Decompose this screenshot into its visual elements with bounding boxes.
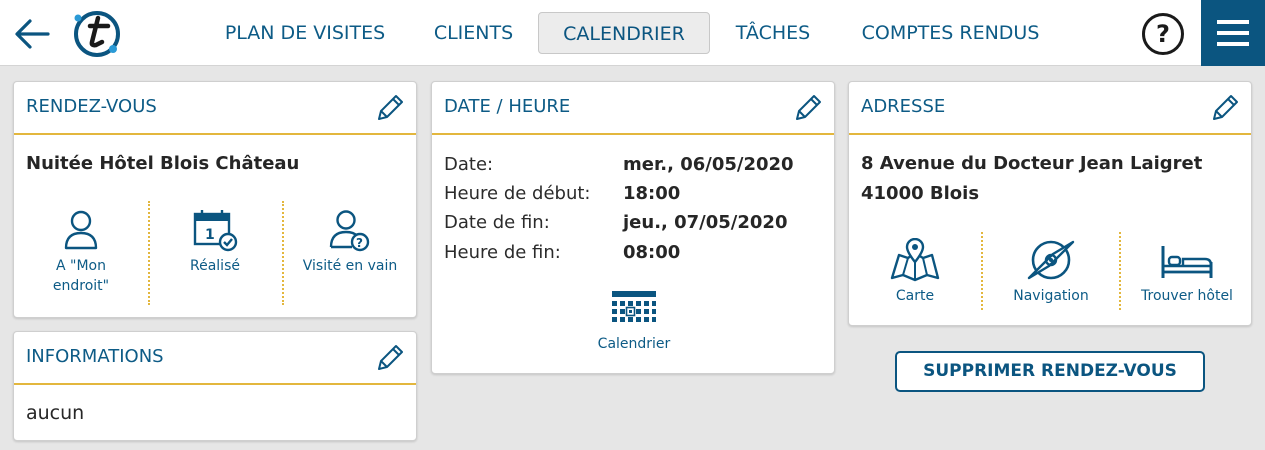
open-calendar-button[interactable]: Calendrier	[578, 290, 690, 354]
app-logo	[72, 9, 124, 59]
action-visite-en-vain-label: Visité en vain	[302, 258, 398, 274]
datetime-label: Date:	[444, 154, 494, 175]
information-value: aucun	[26, 402, 85, 424]
bed-icon	[1161, 246, 1213, 278]
pencil-icon	[378, 345, 403, 370]
edit-address-button[interactable]	[1209, 92, 1241, 124]
arrow-left-icon	[15, 19, 50, 49]
back-button[interactable]	[12, 14, 52, 54]
nav-comptes-rendus[interactable]: COMPTES RENDUS	[848, 12, 1053, 54]
action-navigation[interactable]: Navigation	[993, 238, 1109, 306]
top-bar: PLAN DE VISITES CLIENTS CALENDRIER TÂCHE…	[0, 0, 1265, 66]
svg-text:1: 1	[205, 227, 215, 243]
action-trouver-hotel-label: Trouver hôtel	[1141, 288, 1233, 304]
separator	[981, 232, 983, 310]
action-realise-label: Réalisé	[190, 258, 240, 274]
address-line2: 41000 Blois	[861, 183, 980, 204]
datetime-label: Heure de fin:	[444, 242, 561, 263]
information-card-header: INFORMATIONS	[14, 332, 416, 385]
compass-icon	[1027, 240, 1075, 280]
action-mon-endroit[interactable]: A "Mon endroit"	[27, 208, 135, 296]
datetime-title: DATE / HEURE	[444, 96, 571, 117]
edit-datetime-button[interactable]	[792, 92, 824, 124]
hamburger-icon-bottom	[1217, 42, 1249, 46]
information-card: INFORMATIONS aucun	[13, 331, 417, 441]
datetime-value: mer., 06/05/2020	[623, 154, 794, 175]
edit-appointment-button[interactable]	[374, 92, 406, 124]
address-title: ADRESSE	[861, 96, 946, 117]
action-visite-en-vain[interactable]: ? Visité en vain	[295, 208, 405, 276]
action-carte-label: Carte	[895, 288, 935, 304]
appointment-name: Nuitée Hôtel Blois Château	[26, 153, 300, 174]
nav-calendrier[interactable]: CALENDRIER	[538, 12, 710, 54]
svg-text:?: ?	[356, 236, 363, 250]
address-card-header: ADRESSE	[849, 82, 1251, 135]
pencil-icon	[378, 95, 403, 120]
map-icon	[890, 237, 940, 282]
action-carte[interactable]: Carte	[863, 237, 967, 306]
calendar-label: Calendrier	[597, 336, 671, 352]
appointment-title: RENDEZ-VOUS	[26, 96, 157, 117]
separator	[1119, 232, 1121, 310]
appointment-card: RENDEZ-VOUS Nuitée Hôtel Blois Château A…	[13, 81, 417, 318]
delete-appointment-button[interactable]: SUPPRIMER RENDEZ-VOUS	[895, 351, 1205, 392]
hamburger-icon	[1217, 20, 1249, 24]
datetime-value: 08:00	[623, 242, 681, 263]
person-question-icon: ?	[329, 210, 370, 252]
separator	[148, 201, 150, 305]
nav-plan-de-visites[interactable]: PLAN DE VISITES	[213, 12, 397, 54]
information-title: INFORMATIONS	[26, 346, 164, 367]
nav-taches[interactable]: TÂCHES	[724, 12, 822, 54]
appointment-card-header: RENDEZ-VOUS	[14, 82, 416, 135]
action-trouver-hotel[interactable]: Trouver hôtel	[1129, 238, 1245, 306]
pencil-icon	[1213, 95, 1238, 120]
hamburger-icon-mid	[1217, 31, 1249, 35]
menu-button[interactable]	[1201, 0, 1265, 66]
help-button[interactable]: ?	[1142, 13, 1184, 55]
action-mon-endroit-label: A "Mon endroit"	[52, 258, 110, 294]
edit-information-button[interactable]	[374, 342, 406, 374]
person-icon	[64, 210, 98, 250]
action-realise[interactable]: 1 Réalisé	[160, 208, 270, 276]
nav-clients[interactable]: CLIENTS	[421, 12, 526, 54]
datetime-card-header: DATE / HEURE	[432, 82, 834, 135]
datetime-label: Date de fin:	[444, 212, 550, 233]
calendar-grid-icon	[612, 291, 656, 322]
datetime-label: Heure de début:	[444, 183, 591, 204]
separator	[282, 201, 284, 305]
pencil-icon	[796, 95, 821, 120]
datetime-value: 18:00	[623, 183, 681, 204]
address-card: ADRESSE 8 Avenue du Docteur Jean Laigret…	[848, 81, 1252, 326]
address-line1: 8 Avenue du Docteur Jean Laigret	[861, 153, 1203, 174]
calendar-check-icon: 1	[193, 210, 238, 252]
datetime-card: DATE / HEURE Date: mer., 06/05/2020 Heur…	[431, 81, 835, 374]
action-navigation-label: Navigation	[1013, 288, 1089, 304]
datetime-value: jeu., 07/05/2020	[623, 212, 788, 233]
